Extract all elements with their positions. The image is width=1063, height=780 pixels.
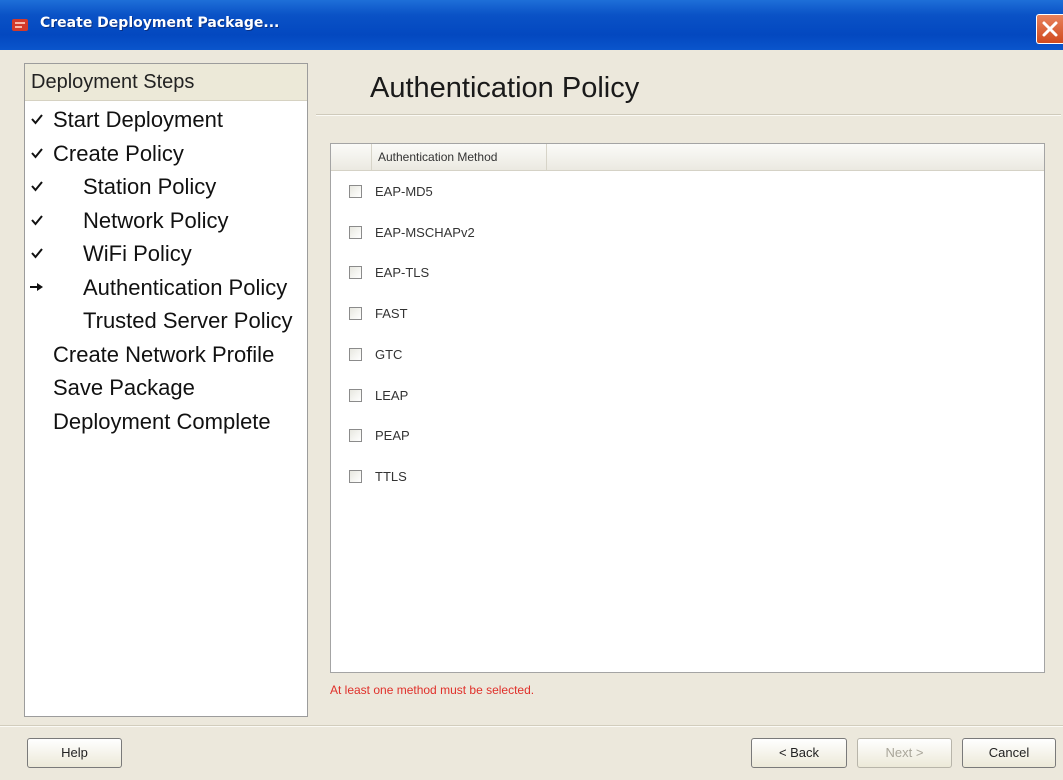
step-label: Station Policy <box>83 174 217 199</box>
method-checkbox[interactable] <box>349 429 362 443</box>
method-label: FAST <box>375 306 408 322</box>
method-checkbox[interactable] <box>349 469 362 483</box>
steps-header: Deployment Steps <box>25 64 307 101</box>
arrow-right-icon <box>30 282 43 291</box>
method-checkbox[interactable] <box>349 185 362 198</box>
title-divider <box>316 114 1061 116</box>
method-label: TTLS <box>375 468 407 484</box>
method-label: PEAP <box>375 428 410 444</box>
window-title: Create Deployment Package... <box>40 15 280 31</box>
step-item: Create Network Profile <box>25 341 307 371</box>
method-checkbox[interactable] <box>349 266 362 280</box>
method-label: EAP-MD5 <box>375 184 433 199</box>
method-checkbox[interactable] <box>349 347 362 361</box>
step-item: Start Deployment <box>25 106 307 136</box>
deployment-steps-panel: Deployment Steps Start Deployment Create … <box>24 63 308 717</box>
list-header-method-column[interactable]: Authentication Method <box>372 144 547 170</box>
method-row[interactable]: GTC <box>349 345 649 365</box>
method-label: GTC <box>375 346 403 362</box>
method-checkbox[interactable] <box>349 225 362 239</box>
next-button[interactable]: Next > <box>857 738 952 768</box>
step-item: Authentication Policy <box>25 274 307 304</box>
checkmark-icon <box>31 248 43 259</box>
step-item: WiFi Policy <box>25 240 307 270</box>
app-icon <box>12 19 28 31</box>
checkmark-icon <box>31 147 43 159</box>
bottom-divider <box>0 725 1063 727</box>
validation-warning: At least one method must be selected. <box>330 683 535 697</box>
method-row[interactable]: EAP-TLS <box>349 263 649 283</box>
step-label: Create Policy <box>53 140 184 166</box>
method-row[interactable]: PEAP <box>349 426 649 446</box>
checkmark-icon <box>31 214 43 226</box>
method-label: EAP-MSCHAPv2 <box>375 224 475 240</box>
deployment-dialog: Create Deployment Package... Deployment … <box>0 0 1063 780</box>
method-label: EAP-TLS <box>375 265 430 281</box>
method-checkbox[interactable] <box>349 388 362 402</box>
page-title: Authentication Policy <box>370 72 640 104</box>
step-item: Save Package <box>25 374 307 404</box>
list-header-checkbox-column <box>331 144 372 170</box>
list-header: Authentication Method <box>331 144 1044 171</box>
method-row[interactable]: TTLS <box>349 467 649 487</box>
list-header-label: Authentication Method <box>378 150 498 164</box>
step-item: Deployment Complete <box>25 408 307 438</box>
step-label: Trusted Server Policy <box>83 308 293 333</box>
cancel-button[interactable]: Cancel <box>962 738 1056 768</box>
method-row[interactable]: EAP-MSCHAPv2 <box>349 223 649 243</box>
step-item: Trusted Server Policy <box>25 307 307 337</box>
method-row[interactable]: EAP-MD5 <box>349 182 649 202</box>
back-button[interactable]: < Back <box>751 738 847 768</box>
checkmark-icon <box>31 114 43 125</box>
method-row[interactable]: LEAP <box>349 386 649 406</box>
step-item: Create Policy <box>25 140 307 170</box>
step-label: Deployment Complete <box>53 408 271 434</box>
title-bar: Create Deployment Package... <box>0 0 1063 50</box>
step-label: WiFi Policy <box>83 241 192 266</box>
step-label: Save Package <box>53 375 195 400</box>
step-label: Start Deployment <box>53 107 223 132</box>
close-icon <box>1042 21 1058 37</box>
step-label: Network Policy <box>83 207 229 233</box>
step-item: Station Policy <box>25 173 307 203</box>
method-checkbox[interactable] <box>349 307 362 321</box>
close-button[interactable] <box>1036 14 1063 44</box>
authentication-method-list: Authentication Method EAP-MD5 EAP-MSCHAPv… <box>330 143 1045 673</box>
step-label: Authentication Policy <box>83 274 288 300</box>
method-label: LEAP <box>375 387 409 403</box>
step-item: Network Policy <box>25 207 307 237</box>
method-row[interactable]: FAST <box>349 304 649 324</box>
checkmark-icon <box>31 181 43 192</box>
steps-header-label: Deployment Steps <box>31 71 195 93</box>
step-label: Create Network Profile <box>53 341 275 367</box>
help-button[interactable]: Help <box>27 738 122 768</box>
